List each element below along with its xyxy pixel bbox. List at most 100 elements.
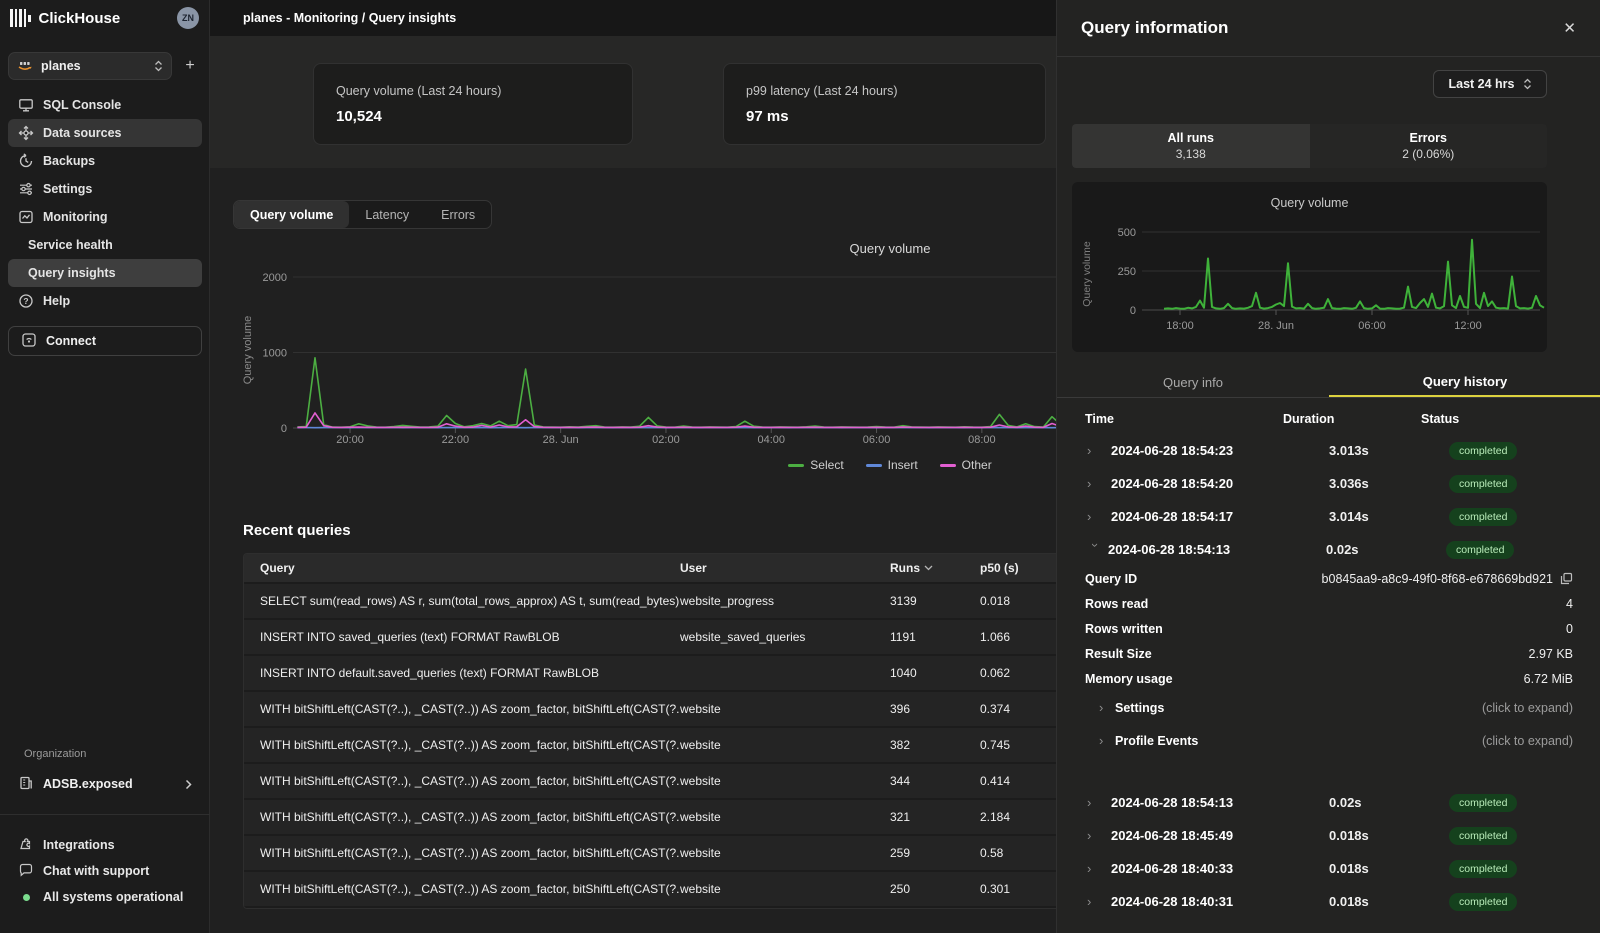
tab-query-volume[interactable]: Query volume bbox=[234, 201, 349, 228]
history-duration: 0.018s bbox=[1329, 828, 1449, 843]
history-row-expanded[interactable]: › 2024-06-28 18:54:13 0.02s completed bbox=[1057, 533, 1600, 566]
sidebar-item-query-insights[interactable]: Query insights bbox=[8, 259, 202, 287]
status-badge: completed bbox=[1446, 541, 1514, 559]
detail-label: Rows read bbox=[1085, 597, 1566, 611]
chat-support-link[interactable]: Chat with support bbox=[8, 858, 202, 884]
history-row[interactable]: › 2024-06-28 18:54:20 3.036s completed bbox=[1057, 467, 1600, 500]
organization-selector[interactable]: ADSB.exposed bbox=[8, 770, 202, 798]
toggle-errors[interactable]: Errors 2 (0.06%) bbox=[1310, 124, 1548, 168]
sidebar-item-settings[interactable]: Settings bbox=[8, 175, 202, 203]
svg-text:06:00: 06:00 bbox=[863, 434, 891, 446]
history-time: 2024-06-28 18:40:33 bbox=[1111, 861, 1311, 876]
organization-icon bbox=[18, 775, 34, 794]
svg-text:12:00: 12:00 bbox=[1454, 320, 1482, 332]
tab-latency[interactable]: Latency bbox=[349, 201, 425, 228]
status-dot-icon bbox=[23, 894, 30, 901]
detail-value: 0 bbox=[1566, 622, 1573, 636]
sidebar-item-label: Settings bbox=[43, 182, 92, 196]
sidebar-nav: SQL Console Data sources Backups Setting… bbox=[8, 91, 202, 315]
tab-errors[interactable]: Errors bbox=[425, 201, 491, 228]
system-status-link[interactable]: All systems operational bbox=[8, 884, 202, 910]
chat-support-label: Chat with support bbox=[43, 864, 149, 878]
sidebar-item-data-sources[interactable]: Data sources bbox=[8, 119, 202, 147]
history-row[interactable]: › 2024-06-28 18:45:49 0.018s completed bbox=[1057, 819, 1600, 852]
tab-query-history[interactable]: Query history bbox=[1329, 368, 1600, 397]
sidebar-item-label: Service health bbox=[28, 238, 113, 252]
chevron-right-icon: › bbox=[1087, 509, 1105, 524]
data-sources-icon bbox=[18, 125, 34, 141]
chevron-right-icon: › bbox=[1099, 733, 1115, 748]
breadcrumb: planes - Monitoring / Query insights bbox=[243, 11, 456, 25]
stat-value: 97 ms bbox=[746, 108, 1023, 125]
legend-label: Insert bbox=[888, 458, 918, 472]
user-avatar[interactable]: ZN bbox=[177, 7, 199, 29]
add-service-button[interactable]: + bbox=[178, 57, 202, 75]
history-duration: 0.018s bbox=[1329, 861, 1449, 876]
svg-text:250: 250 bbox=[1118, 266, 1136, 278]
tab-query-info[interactable]: Query info bbox=[1057, 368, 1329, 397]
workspace-selector[interactable]: planes bbox=[8, 52, 172, 80]
history-row[interactable]: › 2024-06-28 18:54:23 3.013s completed bbox=[1057, 434, 1600, 467]
sidebar-item-sql-console[interactable]: SQL Console bbox=[8, 91, 202, 119]
sidebar-item-label: Query insights bbox=[28, 266, 116, 280]
integrations-label: Integrations bbox=[43, 838, 115, 852]
expand-hint: (click to expand) bbox=[1198, 734, 1573, 748]
svg-text:0: 0 bbox=[1130, 305, 1136, 317]
legend-item-select[interactable]: Select bbox=[788, 458, 843, 472]
copy-icon[interactable] bbox=[1560, 572, 1573, 585]
close-icon[interactable]: ✕ bbox=[1563, 19, 1576, 37]
connect-label: Connect bbox=[46, 334, 96, 348]
history-time: 2024-06-28 18:45:49 bbox=[1111, 828, 1311, 843]
integrations-link[interactable]: Integrations bbox=[8, 832, 202, 858]
detail-label: Memory usage bbox=[1085, 672, 1524, 686]
profile-events-expander[interactable]: › Profile Events (click to expand) bbox=[1057, 724, 1600, 757]
history-duration: 3.014s bbox=[1329, 509, 1449, 524]
workspace-name: planes bbox=[41, 59, 146, 73]
settings-expander[interactable]: › Settings (click to expand) bbox=[1057, 691, 1600, 724]
history-row[interactable]: › 2024-06-28 18:40:31 0.018s completed bbox=[1057, 885, 1600, 918]
svg-text:0: 0 bbox=[281, 423, 287, 435]
history-row[interactable]: › 2024-06-28 18:54:13 0.02s completed bbox=[1057, 786, 1600, 819]
detail-row-query-id: Query ID b0845aa9-a8c9-49f0-8f68-e678669… bbox=[1057, 566, 1600, 591]
history-row[interactable]: › 2024-06-28 18:40:33 0.018s completed bbox=[1057, 852, 1600, 885]
sidebar-item-label: Help bbox=[43, 294, 70, 308]
help-icon: ? bbox=[18, 293, 34, 309]
column-header-user[interactable]: User bbox=[680, 561, 890, 575]
column-header-query[interactable]: Query bbox=[260, 561, 680, 575]
sidebar-item-help[interactable]: ? Help bbox=[8, 287, 202, 315]
svg-text:1000: 1000 bbox=[263, 348, 287, 360]
status-badge: completed bbox=[1449, 860, 1517, 878]
svg-text:28. Jun: 28. Jun bbox=[543, 434, 579, 446]
stat-card-p99-latency: p99 latency (Last 24 hours) 97 ms bbox=[723, 63, 1046, 145]
history-row[interactable]: › 2024-06-28 18:54:17 3.014s completed bbox=[1057, 500, 1600, 533]
legend-swatch-select bbox=[788, 464, 804, 467]
legend-item-other[interactable]: Other bbox=[940, 458, 992, 472]
detail-value: 2.97 KB bbox=[1529, 647, 1573, 661]
history-duration: 0.02s bbox=[1329, 795, 1449, 810]
sidebar-item-monitoring[interactable]: Monitoring bbox=[8, 203, 202, 231]
legend-item-insert[interactable]: Insert bbox=[866, 458, 918, 472]
history-duration: 0.018s bbox=[1329, 894, 1449, 909]
svg-text:500: 500 bbox=[1118, 227, 1136, 239]
time-range-value: Last 24 hrs bbox=[1448, 77, 1514, 91]
status-badge: completed bbox=[1449, 475, 1517, 493]
panel-title: Query information bbox=[1081, 18, 1563, 38]
toggle-all-runs[interactable]: All runs 3,138 bbox=[1072, 124, 1310, 168]
toggle-label: Errors bbox=[1409, 131, 1447, 145]
sidebar-item-label: Data sources bbox=[43, 126, 122, 140]
status-badge: completed bbox=[1449, 508, 1517, 526]
column-header-runs[interactable]: Runs bbox=[890, 561, 980, 575]
svg-text:08:00: 08:00 bbox=[968, 434, 996, 446]
detail-label: Query ID bbox=[1085, 572, 1322, 586]
sidebar: ClickHouse ZN planes + SQL Console Data … bbox=[0, 0, 210, 933]
time-range-dropdown[interactable]: Last 24 hrs bbox=[1433, 70, 1547, 98]
chart-y-axis-label: Query volume bbox=[242, 295, 254, 405]
sidebar-item-service-health[interactable]: Service health bbox=[8, 231, 202, 259]
panel-tab-bar: Query info Query history bbox=[1057, 368, 1600, 398]
mini-chart-title: Query volume bbox=[1072, 196, 1547, 210]
status-badge: completed bbox=[1449, 827, 1517, 845]
svg-text:28. Jun: 28. Jun bbox=[1258, 320, 1294, 332]
sidebar-item-backups[interactable]: Backups bbox=[8, 147, 202, 175]
svg-text:22:00: 22:00 bbox=[442, 434, 470, 446]
connect-button[interactable]: Connect bbox=[8, 326, 202, 356]
